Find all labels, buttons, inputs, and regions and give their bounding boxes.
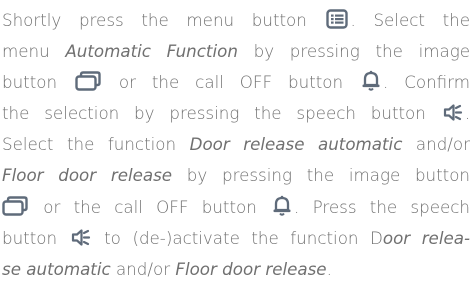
line-1: Shortly press the menu button . Select t… [2, 5, 470, 36]
image-button-icon [2, 195, 28, 216]
text: . [326, 258, 332, 279]
text: button [2, 227, 69, 248]
function-name: se automatic [2, 258, 111, 279]
text: and/or [402, 134, 470, 155]
text: Select the function [2, 134, 190, 155]
line-4: the selection by pressing the speech but… [2, 98, 470, 129]
line-5: Select the function Door release automat… [2, 129, 470, 160]
call-off-bell-icon [272, 195, 292, 216]
text: or the call OFF button [30, 196, 271, 217]
line-3: button or the call OFF button . Confirm [2, 67, 470, 98]
text: by pressing the image [237, 41, 470, 62]
line-8: button to (de-)activate the function Doo… [2, 223, 470, 254]
text: . Confirm [382, 72, 470, 93]
function-name: Floor door release [175, 258, 327, 279]
call-off-bell-icon [361, 70, 381, 91]
text: . Select the [350, 10, 470, 30]
image-button-icon [75, 71, 101, 91]
text: the selection by pressing the speech but… [2, 103, 441, 124]
text: . Press the speech [294, 196, 470, 217]
line-7: or the call OFF button . Press the speec… [2, 192, 470, 223]
menu-button-icon [326, 9, 349, 29]
function-name: Door release automatic [189, 134, 403, 155]
function-name: Floor door release [2, 165, 173, 186]
text: button [2, 72, 73, 93]
text: or the call OFF button [102, 72, 359, 93]
text: Shortly press the menu button [2, 10, 325, 30]
speech-button-icon [71, 228, 91, 247]
text: to (de-)activate the function D [92, 227, 383, 248]
text: . [464, 103, 470, 124]
text: and/or [110, 258, 176, 279]
text: by pressing the image button [172, 165, 470, 186]
menu-name: Automatic Function [65, 41, 238, 62]
instruction-paragraph: Shortly press the menu button . Select t… [2, 5, 470, 285]
function-name: oor relea- [382, 227, 470, 248]
speech-button-icon [443, 103, 463, 122]
text: menu [2, 41, 66, 62]
line-6: Floor door release by pressing the image… [2, 160, 470, 191]
line-9: se automatic and/or Floor door release. [2, 254, 470, 285]
line-2: menu Automatic Function by pressing the … [2, 36, 470, 67]
